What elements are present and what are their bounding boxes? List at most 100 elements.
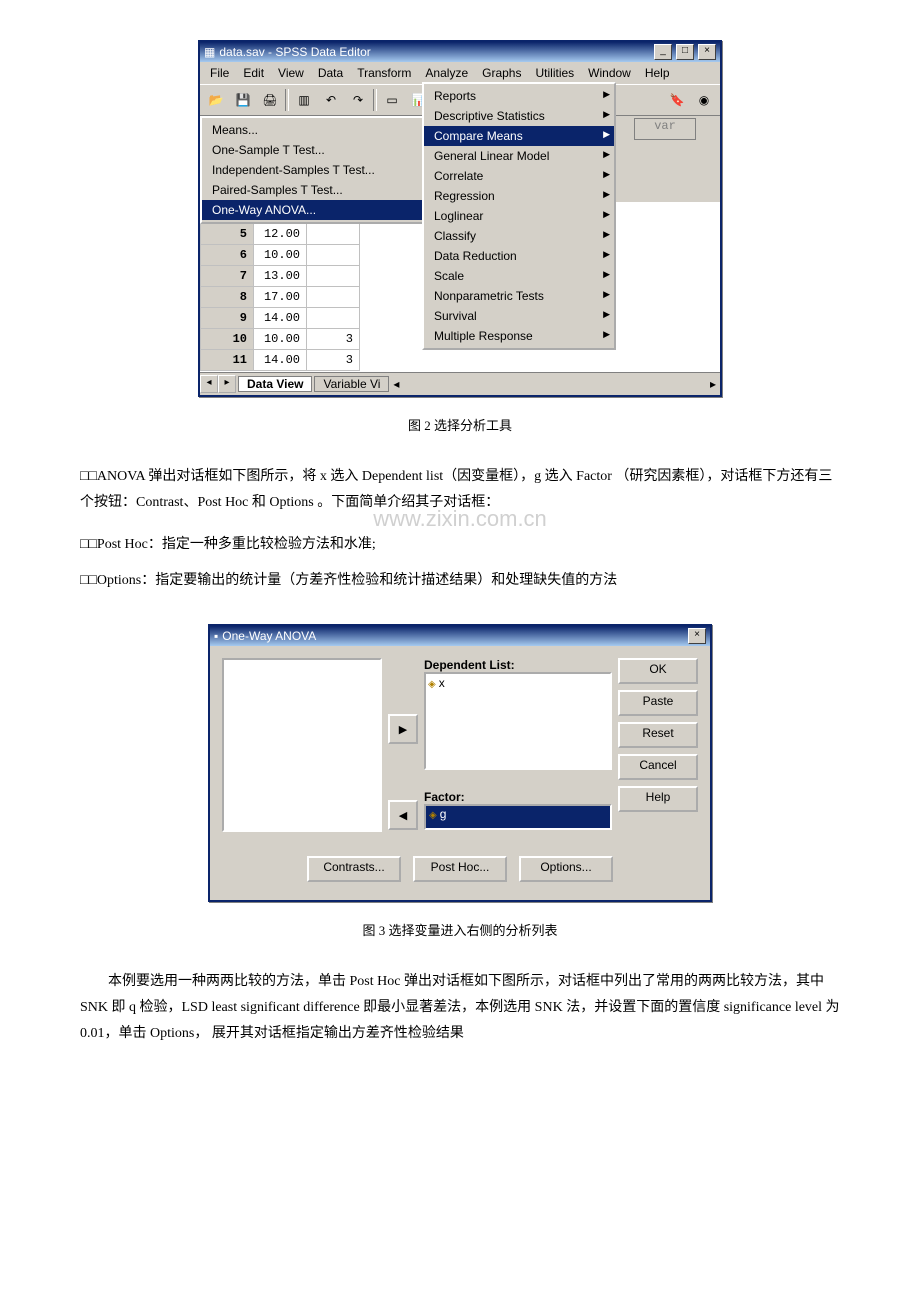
menu-transform[interactable]: Transform	[351, 64, 417, 82]
multiple-response-item[interactable]: Multiple Response	[424, 326, 614, 346]
print-icon[interactable]: 🖨	[258, 88, 282, 112]
tab-scroll-right[interactable]: ▸	[218, 375, 236, 393]
classify-item[interactable]: Classify	[424, 226, 614, 246]
reports-item[interactable]: Reports	[424, 86, 614, 106]
posthoc-button[interactable]: Post Hoc...	[413, 856, 507, 882]
cell[interactable]	[307, 287, 360, 308]
row-header[interactable]: 11	[201, 350, 254, 371]
menu-analyze[interactable]: Analyze	[419, 64, 474, 82]
menu-view[interactable]: View	[272, 64, 310, 82]
row-header[interactable]: 7	[201, 266, 254, 287]
factor-item-g[interactable]: g	[429, 807, 446, 821]
compare-means-item[interactable]: Compare Means	[424, 126, 614, 146]
row-header[interactable]: 6	[201, 245, 254, 266]
tab-data-view[interactable]: Data View	[238, 376, 312, 392]
maximize-button[interactable]: □	[676, 44, 694, 60]
cell[interactable]	[307, 308, 360, 329]
tab-variable-view[interactable]: Variable Vi	[314, 376, 389, 392]
menu-window[interactable]: Window	[582, 64, 637, 82]
column-header-var[interactable]: var	[634, 118, 696, 140]
one-sample-t-item[interactable]: One-Sample T Test...	[202, 140, 422, 160]
undo-icon[interactable]: ↶	[319, 88, 343, 112]
dialog-icon: ▪	[214, 629, 218, 643]
oneway-anova-dialog: ▪ One-Way ANOVA × ▶ Dependent List: x OK…	[208, 624, 712, 902]
dependent-item-x[interactable]: x	[428, 676, 445, 690]
paired-samples-t-item[interactable]: Paired-Samples T Test...	[202, 180, 422, 200]
independent-samples-t-item[interactable]: Independent-Samples T Test...	[202, 160, 422, 180]
row-header[interactable]: 10	[201, 329, 254, 350]
menu-edit[interactable]: Edit	[237, 64, 270, 82]
cell[interactable]: 12.00	[254, 224, 307, 245]
value-labels-icon[interactable]: 🔖	[665, 88, 689, 112]
minimize-button[interactable]: _	[654, 44, 672, 60]
survival-item[interactable]: Survival	[424, 306, 614, 326]
cell[interactable]: 14.00	[254, 350, 307, 371]
window-title: data.sav - SPSS Data Editor	[219, 45, 370, 59]
cell[interactable]	[307, 266, 360, 287]
use-sets-icon[interactable]: ◉	[692, 88, 716, 112]
cancel-button[interactable]: Cancel	[618, 754, 698, 780]
scale-item[interactable]: Scale	[424, 266, 614, 286]
contrasts-button[interactable]: Contrasts...	[307, 856, 401, 882]
cell[interactable]: 14.00	[254, 308, 307, 329]
dialog-close-button[interactable]: ×	[688, 628, 706, 644]
sheet-tabs: ◂ ▸ Data View Variable Vi ◂ ▸	[200, 372, 720, 395]
cell[interactable]: 10.00	[254, 245, 307, 266]
row-header[interactable]: 5	[201, 224, 254, 245]
paragraph-2: □□Post Hoc：指定一种多重比较检验方法和水准;	[80, 532, 840, 558]
menu-utilities[interactable]: Utilities	[529, 64, 580, 82]
paragraph-2-text: Post Hoc：指定一种多重比较检验方法和水准;	[97, 537, 376, 552]
variable-source-list[interactable]	[222, 658, 382, 832]
nonparametric-item[interactable]: Nonparametric Tests	[424, 286, 614, 306]
menu-help[interactable]: Help	[639, 64, 676, 82]
placeholder-box: □□	[80, 469, 97, 484]
reset-button[interactable]: Reset	[618, 722, 698, 748]
ok-button[interactable]: OK	[618, 658, 698, 684]
correlate-item[interactable]: Correlate	[424, 166, 614, 186]
help-button[interactable]: Help	[618, 786, 698, 812]
dependent-list[interactable]: x	[424, 672, 612, 770]
cell[interactable]: 3	[307, 350, 360, 371]
compare-means-submenu: Means... One-Sample T Test... Independen…	[200, 116, 424, 224]
spss-window: ▦ data.sav - SPSS Data Editor _ □ × File…	[198, 40, 722, 397]
loglinear-item[interactable]: Loglinear	[424, 206, 614, 226]
figure3-caption: 图 3 选择变量进入右侧的分析列表	[80, 920, 840, 939]
menu-data[interactable]: Data	[312, 64, 349, 82]
analyze-menu: Reports Descriptive Statistics Compare M…	[422, 82, 616, 350]
cell[interactable]: 17.00	[254, 287, 307, 308]
close-button[interactable]: ×	[698, 44, 716, 60]
one-way-anova-item[interactable]: One-Way ANOVA...	[202, 200, 422, 220]
descriptive-stats-item[interactable]: Descriptive Statistics	[424, 106, 614, 126]
data-reduction-item[interactable]: Data Reduction	[424, 246, 614, 266]
menu-file[interactable]: File	[204, 64, 235, 82]
menu-graphs[interactable]: Graphs	[476, 64, 527, 82]
dialog-title: One-Way ANOVA	[222, 629, 316, 643]
paragraph-3: □□Options：指定要输出的统计量（方差齐性检验和统计描述结果）和处理缺失值…	[80, 568, 840, 594]
goto-case-icon[interactable]: ▭	[380, 88, 404, 112]
paragraph-1-text: ANOVA 弹出对话框如下图所示，将 x 选入 Dependent list（因…	[80, 469, 832, 510]
regression-item[interactable]: Regression	[424, 186, 614, 206]
row-header[interactable]: 9	[201, 308, 254, 329]
cell[interactable]	[307, 224, 360, 245]
dependent-list-label: Dependent List:	[424, 658, 612, 672]
cell[interactable]: 3	[307, 329, 360, 350]
cell[interactable]: 13.00	[254, 266, 307, 287]
cell[interactable]: 10.00	[254, 329, 307, 350]
placeholder-box: □□	[80, 573, 97, 588]
options-button[interactable]: Options...	[519, 856, 613, 882]
means-item[interactable]: Means...	[202, 120, 422, 140]
menubar[interactable]: File Edit View Data Transform Analyze Gr…	[200, 62, 720, 84]
factor-box[interactable]: g	[424, 804, 612, 830]
spss-titlebar: ▦ data.sav - SPSS Data Editor _ □ ×	[200, 42, 720, 62]
tab-scroll-left[interactable]: ◂	[200, 375, 218, 393]
glm-item[interactable]: General Linear Model	[424, 146, 614, 166]
move-to-dependent-button[interactable]: ▶	[388, 714, 418, 744]
open-icon[interactable]: 📂	[204, 88, 228, 112]
paste-button[interactable]: Paste	[618, 690, 698, 716]
row-header[interactable]: 8	[201, 287, 254, 308]
cell[interactable]	[307, 245, 360, 266]
save-icon[interactable]: 💾	[231, 88, 255, 112]
move-to-factor-button[interactable]: ◀	[388, 800, 418, 830]
redo-icon[interactable]: ↷	[346, 88, 370, 112]
dialog-recall-icon[interactable]: ▥	[292, 88, 316, 112]
